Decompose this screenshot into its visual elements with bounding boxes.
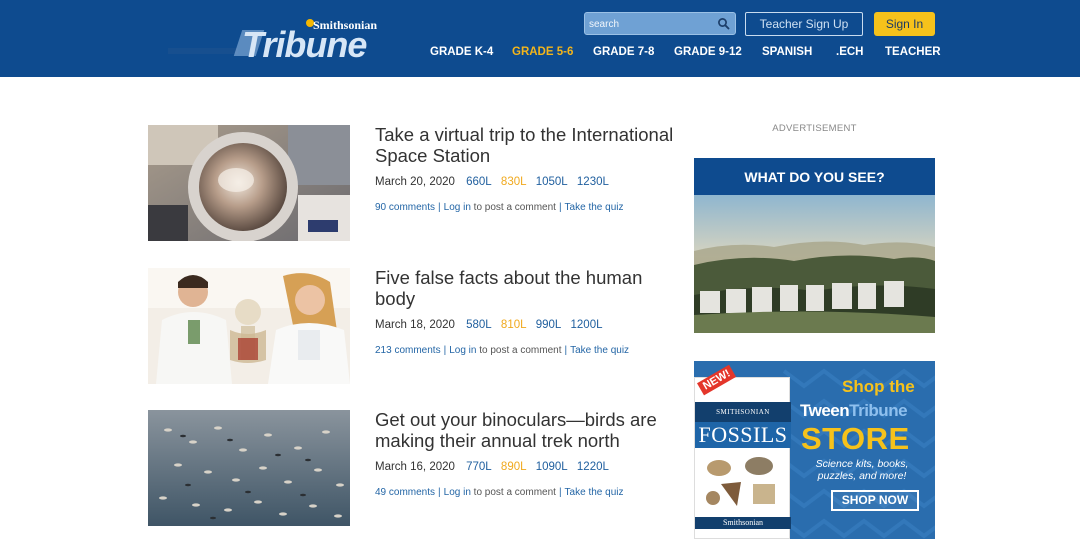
lexile-level-link[interactable]: 580L [466, 319, 492, 331]
take-quiz-link[interactable]: Take the quiz [565, 202, 624, 213]
lexile-level-link[interactable]: 770L [466, 461, 492, 473]
sign-in-button[interactable]: Sign In [874, 12, 935, 36]
nav-teacher[interactable]: TEACHER [885, 46, 941, 58]
article-thumbnail-skeleton[interactable] [148, 268, 350, 384]
logo-tribune-text: Tribune [242, 24, 367, 65]
lexile-level-link-selected[interactable]: 890L [501, 461, 527, 473]
take-quiz-link[interactable]: Take the quiz [565, 487, 624, 498]
comments-link[interactable]: 49 comments [375, 487, 435, 498]
lexile-level-link[interactable]: 1090L [536, 461, 568, 473]
article-thumbnail-astronaut[interactable] [148, 125, 350, 241]
lexile-level-link-selected[interactable]: 810L [501, 319, 527, 331]
article-meta: March 16, 2020 770L 890L 1090L 1220L [375, 461, 615, 473]
post-comment-text: to post a comment [473, 487, 556, 498]
article-meta: March 18, 2020 580L 810L 990L 1200L [375, 319, 609, 331]
search-icon[interactable] [717, 17, 730, 30]
article-title[interactable]: Take a virtual trip to the International… [375, 124, 680, 166]
article-date: March 20, 2020 [375, 176, 455, 188]
lexile-level-link[interactable]: 660L [466, 176, 492, 188]
nav-grade-k4[interactable]: GRADE K-4 [430, 46, 493, 58]
article-title[interactable]: Five false facts about the human body [375, 267, 680, 309]
article-item: Five false facts about the human body Ma… [148, 267, 680, 384]
ad-what-do-you-see[interactable]: WHAT DO YOU SEE? [694, 158, 935, 333]
fossil-specimens-image [706, 457, 775, 506]
teacher-signup-button[interactable]: Teacher Sign Up [745, 12, 863, 36]
article-links: 213 comments | Log in to post a comment | Ta… [375, 345, 630, 356]
article-date: March 16, 2020 [375, 461, 455, 473]
login-link[interactable]: Log in [449, 345, 476, 356]
tweentribune-logo: TweenTribune [800, 401, 908, 421]
tween-text: Tween [800, 401, 850, 420]
advertisement-label: ADVERTISEMENT [772, 123, 857, 134]
article-links: 90 comments | Log in to post a comment | Tak… [375, 202, 624, 213]
lexile-level-link[interactable]: 1230L [577, 176, 609, 188]
lexile-level-link[interactable]: 1050L [536, 176, 568, 188]
article-thumbnail-birds[interactable] [148, 410, 350, 526]
lexile-level-link[interactable]: 1200L [571, 319, 603, 331]
lexile-level-link[interactable]: 990L [536, 319, 562, 331]
post-comment-text: to post a comment [473, 202, 556, 213]
book-series: SMITHSONIAN HANDBOOKS [695, 402, 791, 436]
nav-spanish[interactable]: SPANISH [762, 46, 812, 58]
ad-heading: WHAT DO YOU SEE? [744, 169, 885, 185]
book-title: FOSSILS [695, 422, 791, 448]
nav-grade-9-12[interactable]: GRADE 9-12 [674, 46, 742, 58]
shop-the-text: Shop the [842, 377, 915, 396]
lexile-level-link-selected[interactable]: 830L [501, 176, 527, 188]
shop-now-button[interactable]: SHOP NOW [831, 490, 919, 511]
article-links: 49 comments | Log in to post a comment | Tak… [375, 487, 624, 498]
tribune-text: Tribune [849, 401, 908, 420]
comments-link[interactable]: 213 comments [375, 345, 441, 356]
hollywood-sign-image [694, 195, 935, 333]
article-meta: March 20, 2020 660L 830L 1050L 1230L [375, 176, 615, 188]
header-ghost-decoration [168, 48, 238, 54]
nav-grade-7-8[interactable]: GRADE 7-8 [593, 46, 654, 58]
article-item: Get out your binoculars—birds are making… [148, 409, 680, 526]
site-logo[interactable]: Smithsonian Tribune [233, 18, 398, 65]
store-description: Science kits, books, puzzles, and more! [815, 458, 909, 482]
search-input[interactable] [589, 16, 717, 32]
nav-tech[interactable]: .ECH [836, 46, 863, 58]
article-item: Take a virtual trip to the International… [148, 124, 680, 241]
comments-link[interactable]: 90 comments [375, 202, 435, 213]
site-header: Smithsonian Tribune Teacher Sign Up Sign… [0, 0, 1080, 77]
fossils-book-cover: SMITHSONIAN HANDBOOKS FOSSILS Smithsonia… [694, 377, 791, 539]
search-box [584, 12, 736, 35]
book-brand: Smithsonian [695, 517, 791, 529]
login-link[interactable]: Log in [444, 487, 471, 498]
login-link[interactable]: Log in [444, 202, 471, 213]
ad-tween-tribune-store[interactable]: SMITHSONIAN HANDBOOKS FOSSILS Smithsonia… [694, 361, 935, 539]
lexile-level-link[interactable]: 1220L [577, 461, 609, 473]
nav-grade-5-6[interactable]: GRADE 5-6 [512, 46, 573, 58]
take-quiz-link[interactable]: Take the quiz [570, 345, 629, 356]
store-text: STORE [801, 421, 910, 456]
article-title[interactable]: Get out your binoculars—birds are making… [375, 409, 680, 451]
article-date: March 18, 2020 [375, 319, 455, 331]
post-comment-text: to post a comment [479, 345, 562, 356]
